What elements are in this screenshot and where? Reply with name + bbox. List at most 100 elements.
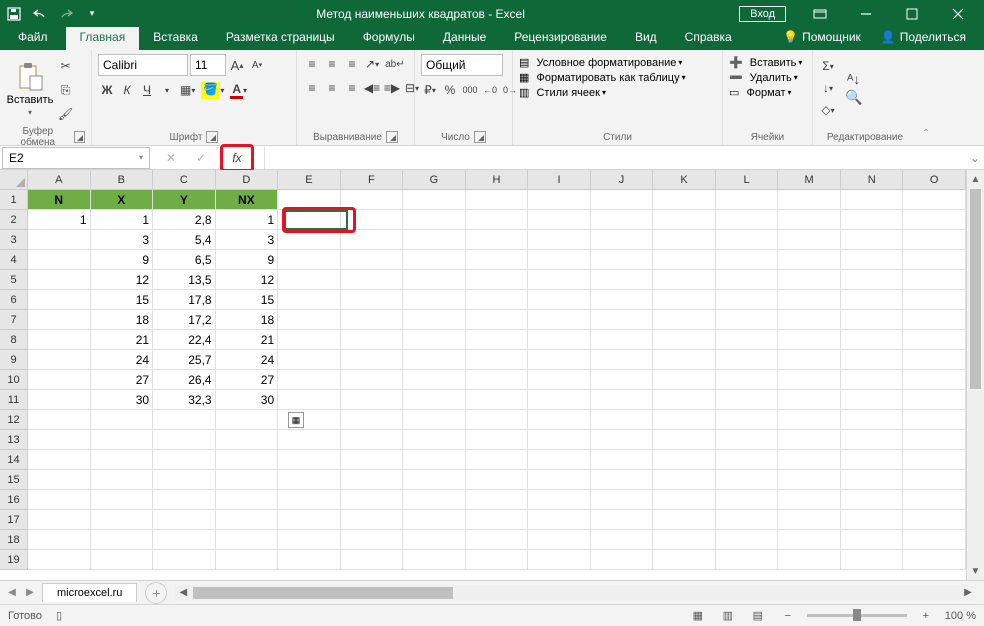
tab-data[interactable]: Данные [429, 27, 500, 50]
align-bottom-icon[interactable]: ≡ [343, 54, 361, 74]
cell[interactable] [341, 410, 404, 430]
align-center-icon[interactable]: ≡ [323, 78, 341, 98]
cell[interactable] [278, 370, 341, 390]
tab-review[interactable]: Рецензирование [500, 27, 621, 50]
cell[interactable] [153, 430, 216, 450]
cell[interactable] [341, 550, 404, 570]
macro-record-icon[interactable]: ▯ [56, 609, 62, 622]
cell[interactable] [403, 370, 466, 390]
cell[interactable] [903, 190, 966, 210]
increase-decimal-icon[interactable]: ←0 [481, 80, 499, 100]
cell[interactable]: 26,4 [153, 370, 216, 390]
cut-icon[interactable]: ✂ [56, 56, 75, 76]
cell[interactable] [341, 510, 404, 530]
cell[interactable] [153, 550, 216, 570]
column-header[interactable]: A [28, 170, 91, 190]
percent-icon[interactable]: % [441, 80, 459, 100]
cell[interactable] [591, 550, 654, 570]
cell[interactable] [28, 470, 91, 490]
cell[interactable] [591, 270, 654, 290]
autofill-options-icon[interactable]: ▦ [288, 412, 304, 428]
cell[interactable] [466, 270, 529, 290]
format-painter-icon[interactable]: 🖌 [56, 104, 75, 124]
row-header[interactable]: 6 [0, 290, 28, 310]
column-header[interactable]: M [778, 170, 841, 190]
cell[interactable] [403, 290, 466, 310]
scroll-right-icon[interactable]: ▶ [960, 587, 976, 598]
cell[interactable] [778, 370, 841, 390]
cell[interactable]: 24 [91, 350, 154, 370]
cell[interactable] [278, 330, 341, 350]
alignment-dialog-icon[interactable] [386, 131, 398, 143]
cell[interactable] [903, 390, 966, 410]
cell[interactable] [403, 450, 466, 470]
paste-button[interactable]: Вставить ▾ [6, 62, 54, 117]
cell[interactable] [403, 250, 466, 270]
cell[interactable] [841, 370, 904, 390]
column-header[interactable]: D [216, 170, 279, 190]
cell[interactable] [841, 310, 904, 330]
cell[interactable] [528, 450, 591, 470]
cell[interactable] [841, 410, 904, 430]
redo-icon[interactable] [56, 4, 76, 24]
cell[interactable]: 27 [216, 370, 279, 390]
cell[interactable] [716, 410, 779, 430]
cell[interactable] [28, 250, 91, 270]
name-box[interactable]: E2▾ [2, 147, 150, 169]
cell[interactable] [591, 190, 654, 210]
row-header[interactable]: 9 [0, 350, 28, 370]
cell[interactable] [591, 530, 654, 550]
cell[interactable] [341, 450, 404, 470]
cell[interactable]: 27 [91, 370, 154, 390]
cell[interactable] [841, 450, 904, 470]
cell[interactable] [28, 430, 91, 450]
cell[interactable] [778, 450, 841, 470]
cell[interactable] [903, 550, 966, 570]
cell[interactable] [591, 330, 654, 350]
cell[interactable] [653, 250, 716, 270]
cell[interactable] [716, 490, 779, 510]
column-header[interactable]: H [466, 170, 529, 190]
cell[interactable] [716, 530, 779, 550]
cell[interactable] [903, 350, 966, 370]
cell[interactable] [91, 510, 154, 530]
cell[interactable] [591, 390, 654, 410]
cell[interactable] [528, 250, 591, 270]
cell[interactable] [28, 270, 91, 290]
row-header[interactable]: 8 [0, 330, 28, 350]
cell[interactable] [591, 470, 654, 490]
cell[interactable] [466, 310, 529, 330]
cell[interactable] [341, 470, 404, 490]
row-header[interactable]: 15 [0, 470, 28, 490]
column-header[interactable]: J [591, 170, 654, 190]
cell[interactable] [716, 450, 779, 470]
cell[interactable] [216, 450, 279, 470]
cell[interactable]: 24 [216, 350, 279, 370]
cell[interactable] [841, 390, 904, 410]
cell[interactable] [466, 450, 529, 470]
cell[interactable] [403, 310, 466, 330]
cell[interactable]: 5,4 [153, 230, 216, 250]
cell[interactable] [466, 390, 529, 410]
copy-icon[interactable]: ⎘ [56, 80, 75, 100]
cell[interactable] [466, 430, 529, 450]
number-format-select[interactable] [421, 54, 503, 76]
cell[interactable] [278, 450, 341, 470]
cell[interactable]: 12 [91, 270, 154, 290]
cell[interactable]: 1 [216, 210, 279, 230]
row-header[interactable]: 11 [0, 390, 28, 410]
cell[interactable]: 12 [216, 270, 279, 290]
cell[interactable] [841, 530, 904, 550]
cell[interactable] [591, 450, 654, 470]
formula-bar[interactable] [264, 147, 966, 169]
cell[interactable] [153, 530, 216, 550]
row-header[interactable]: 7 [0, 310, 28, 330]
cell[interactable] [28, 490, 91, 510]
row-header[interactable]: 2 [0, 210, 28, 230]
cell[interactable] [591, 430, 654, 450]
cell[interactable] [778, 250, 841, 270]
cell-styles-button[interactable]: ▥ Стили ячеек▾ [519, 86, 716, 99]
sheet-tab[interactable]: microexcel.ru [42, 583, 137, 602]
cell[interactable] [28, 450, 91, 470]
cell[interactable] [466, 470, 529, 490]
